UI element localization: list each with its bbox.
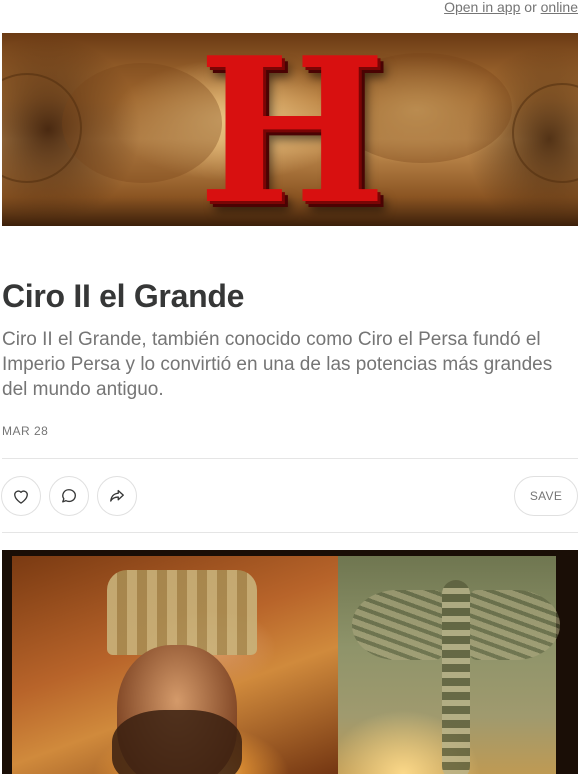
hero-wing-left [352, 590, 442, 660]
save-button[interactable]: SAVE [514, 476, 578, 516]
open-in-app-link[interactable]: Open in app [444, 0, 520, 15]
share-button[interactable] [97, 476, 137, 516]
top-links: Open in app or online [444, 0, 578, 16]
hero-beard [112, 710, 242, 774]
post-subtitle: Ciro II el Grande, también conocido como… [2, 329, 553, 400]
share-icon [110, 489, 124, 502]
online-link[interactable]: online [541, 0, 578, 15]
post-hero-image [2, 550, 578, 774]
hero-wing-right [470, 590, 560, 660]
or-text: or [520, 0, 541, 15]
hero-crown [107, 570, 257, 655]
post-title: Ciro II el Grande [2, 278, 245, 314]
heart-icon [14, 490, 28, 504]
header-banner-image: H [2, 33, 578, 226]
comment-icon [62, 489, 76, 503]
like-button[interactable] [1, 476, 41, 516]
divider-bottom [2, 532, 578, 533]
post-date: MAR 28 [2, 424, 49, 438]
banner-letter: H [197, 33, 387, 226]
comment-button[interactable] [49, 476, 89, 516]
divider-top [2, 458, 578, 459]
hero-spine [442, 580, 470, 774]
